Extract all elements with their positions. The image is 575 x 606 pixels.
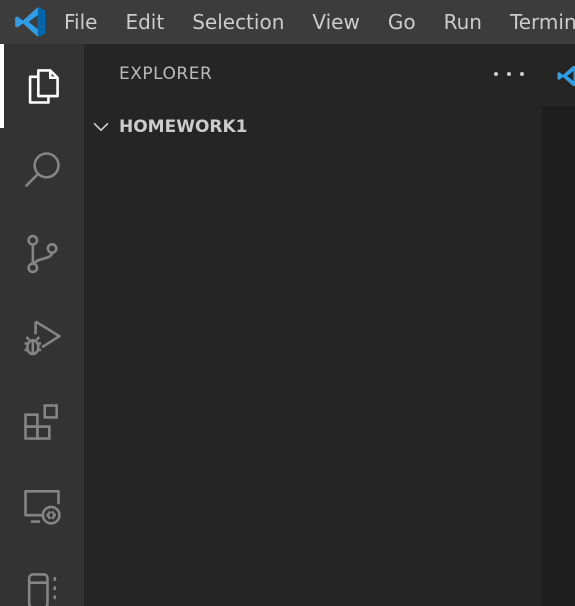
activity-explorer[interactable] [0,44,84,128]
activity-extensions[interactable] [0,380,84,464]
chevron-down-icon[interactable] [90,116,112,138]
ellipsis-icon[interactable] [494,62,524,86]
activity-testing[interactable] [0,548,84,606]
source-control-icon [27,234,58,274]
editor-area [542,44,575,606]
run-debug-icon [24,320,61,356]
menu-selection[interactable]: Selection [178,0,298,44]
search-icon [25,152,60,187]
activity-search[interactable] [0,128,84,212]
editor-welcome-tab[interactable] [542,44,575,106]
menu-go[interactable]: Go [374,0,430,44]
menu-bar: File Edit Selection View Go Run Terminal [0,0,575,44]
folder-header-homework1[interactable]: HOMEWORK1 [84,112,542,142]
activity-run-debug[interactable] [0,296,84,380]
vscode-logo-icon [557,65,575,87]
explorer-sidebar: EXPLORER HOMEWORK1 [84,44,542,606]
menu-terminal[interactable]: Terminal [496,0,575,44]
extensions-icon [24,404,58,440]
menu-view[interactable]: View [298,0,373,44]
vscode-logo-icon[interactable] [13,5,47,39]
remote-explorer-icon [24,490,61,525]
menu-run[interactable]: Run [430,0,496,44]
folder-name: HOMEWORK1 [119,117,248,137]
sidebar-title: EXPLORER [119,64,213,84]
menu-file[interactable]: File [64,0,111,44]
menu-edit[interactable]: Edit [111,0,178,44]
activity-bar [0,44,84,606]
files-icon [28,69,59,104]
vscode-window: File Edit Selection View Go Run Terminal [0,0,575,606]
activity-source-control[interactable] [0,212,84,296]
beaker-icon [27,573,57,606]
activity-remote-explorer[interactable] [0,464,84,548]
